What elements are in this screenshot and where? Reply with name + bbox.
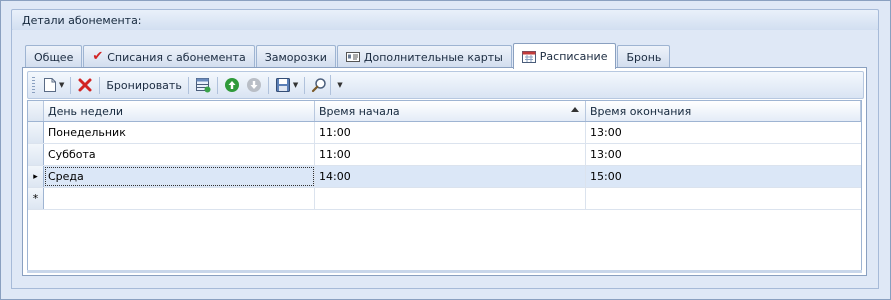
- tab-label: Дополнительные карты: [363, 50, 503, 64]
- chevron-down-icon: ▼: [337, 81, 343, 89]
- arrow-up-circle-icon: [224, 78, 239, 92]
- grid-footer: [27, 270, 862, 273]
- tab-booking[interactable]: Бронь: [617, 45, 671, 68]
- column-header-start[interactable]: Время начала: [315, 101, 586, 121]
- row-indicator[interactable]: [28, 122, 44, 143]
- cell-end[interactable]: 13:00: [586, 122, 861, 143]
- schedule-panel: ▼ Бронировать ▼ ▼ День недели Время нача…: [22, 67, 867, 276]
- header-indicator-cell: [28, 101, 44, 121]
- new-row[interactable]: *: [28, 188, 861, 210]
- column-header-label: День недели: [48, 104, 124, 118]
- grid-header: День недели Время начала Время окончания: [28, 101, 861, 122]
- chevron-down-icon[interactable]: ▼: [293, 81, 298, 89]
- checkmark-icon: ✔: [92, 49, 104, 64]
- new-row-indicator[interactable]: *: [28, 188, 44, 209]
- row-indicator[interactable]: [28, 144, 44, 165]
- card-icon: [345, 52, 360, 62]
- move-down-button[interactable]: [243, 75, 265, 95]
- cell-start[interactable]: 14:00: [315, 166, 586, 187]
- move-up-button[interactable]: [221, 75, 243, 95]
- table-row[interactable]: Суббота 11:00 13:00: [28, 144, 861, 166]
- search-button[interactable]: [308, 75, 330, 95]
- new-record-button[interactable]: ▼: [40, 75, 67, 95]
- current-row-icon: ▸: [33, 171, 38, 182]
- arrow-down-circle-icon: [246, 78, 261, 92]
- table-row[interactable]: Понедельник 11:00 13:00: [28, 122, 861, 144]
- toolbar-separator: [267, 76, 269, 94]
- cell-end[interactable]: [586, 188, 861, 209]
- table-button[interactable]: [192, 75, 214, 95]
- group-header: Детали абонемента:: [11, 9, 879, 31]
- column-header-label: Время начала: [319, 104, 400, 118]
- tab-freezes[interactable]: Заморозки: [255, 45, 336, 68]
- tab-label: Расписание: [539, 50, 608, 63]
- cell-day[interactable]: Среда: [44, 166, 315, 187]
- cell-start[interactable]: [315, 188, 586, 209]
- toolbar-grip[interactable]: [32, 77, 35, 93]
- tab-schedule[interactable]: Расписание: [512, 43, 617, 69]
- current-row-indicator[interactable]: ▸: [28, 166, 44, 187]
- save-button[interactable]: ▼: [272, 75, 301, 95]
- toolbar-options-button[interactable]: ▼: [330, 75, 346, 95]
- cell-end[interactable]: 13:00: [586, 144, 861, 165]
- delete-icon: [78, 78, 92, 92]
- table-icon: [195, 78, 211, 93]
- group-title: Детали абонемента:: [22, 14, 142, 27]
- tab-label: Бронь: [626, 50, 662, 64]
- new-row-icon: *: [32, 192, 39, 205]
- cell-start[interactable]: 11:00: [315, 144, 586, 165]
- tab-strip: Общее ✔ Списания с абонемента Заморозки …: [25, 42, 671, 69]
- tab-label: Общее: [34, 50, 74, 64]
- new-document-icon: [44, 78, 56, 92]
- toolbar-separator: [70, 76, 72, 94]
- book-button-label: Бронировать: [106, 78, 182, 92]
- chevron-down-icon[interactable]: ▼: [59, 81, 64, 89]
- column-header-label: Время окончания: [590, 104, 692, 118]
- tab-charges[interactable]: ✔ Списания с абонемента: [83, 45, 255, 68]
- toolbar-separator: [99, 76, 101, 94]
- tab-label: Заморозки: [264, 50, 327, 64]
- table-row-selected[interactable]: ▸ Среда 14:00 15:00: [28, 166, 861, 188]
- cell-day[interactable]: Суббота: [44, 144, 315, 165]
- sort-ascending-icon: [571, 107, 579, 112]
- cell-end[interactable]: 15:00: [586, 166, 861, 187]
- toolbar: ▼ Бронировать ▼ ▼: [27, 71, 864, 99]
- search-icon: [312, 78, 326, 93]
- toolbar-separator: [187, 76, 189, 94]
- cell-day[interactable]: [44, 188, 315, 209]
- tab-general[interactable]: Общее: [25, 45, 83, 68]
- calendar-icon: [521, 50, 536, 63]
- save-icon: [275, 78, 290, 92]
- column-header-end[interactable]: Время окончания: [586, 101, 861, 121]
- column-header-day[interactable]: День недели: [44, 101, 315, 121]
- schedule-grid: День недели Время начала Время окончания…: [27, 100, 862, 272]
- tab-label: Списания с абонемента: [107, 50, 246, 64]
- toolbar-separator: [216, 76, 218, 94]
- toolbar-separator: [304, 76, 306, 94]
- delete-button[interactable]: [74, 75, 96, 95]
- cell-start[interactable]: 11:00: [315, 122, 586, 143]
- cell-day[interactable]: Понедельник: [44, 122, 315, 143]
- tab-additional-cards[interactable]: Дополнительные карты: [336, 45, 512, 68]
- book-button[interactable]: Бронировать: [103, 75, 184, 95]
